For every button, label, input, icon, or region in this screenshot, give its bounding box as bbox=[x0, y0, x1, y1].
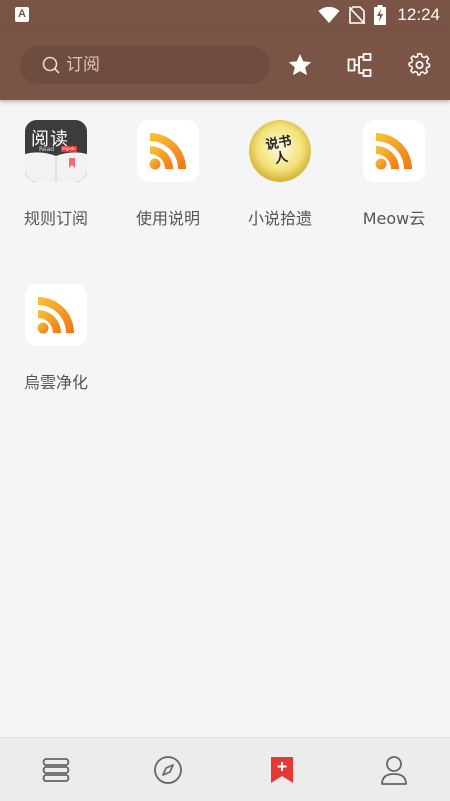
nav-profile[interactable] bbox=[338, 738, 450, 801]
rss-icon bbox=[363, 120, 425, 182]
source-item[interactable]: 阅读 Read legado 规则订阅 bbox=[0, 100, 112, 264]
nav-discover[interactable] bbox=[112, 738, 224, 801]
bottom-nav bbox=[0, 737, 450, 801]
search-input[interactable] bbox=[66, 55, 246, 75]
source-item[interactable]: Meow云 bbox=[338, 100, 450, 264]
source-item[interactable]: 使用说明 bbox=[112, 100, 224, 264]
reader-app-subtitle: Read bbox=[39, 146, 55, 153]
source-label: 小说拾遗 bbox=[247, 209, 312, 228]
rss-icon bbox=[25, 284, 87, 346]
group-button[interactable] bbox=[347, 52, 373, 78]
toolbar bbox=[0, 30, 450, 100]
calligraphy-icon: 说书人 bbox=[249, 120, 311, 182]
nav-subscriptions[interactable] bbox=[226, 738, 338, 801]
gear-icon bbox=[408, 53, 431, 76]
bookshelf-icon bbox=[42, 758, 70, 782]
compass-icon bbox=[154, 756, 182, 784]
reader-app-tag: legado bbox=[61, 146, 77, 152]
source-label: Meow云 bbox=[362, 209, 426, 228]
app-notification-icon: A bbox=[15, 7, 29, 22]
reader-app-icon: 阅读 Read legado bbox=[25, 120, 87, 182]
no-sim-icon bbox=[349, 6, 366, 24]
rss-icon bbox=[137, 120, 199, 182]
group-icon bbox=[347, 53, 372, 77]
person-icon bbox=[381, 756, 407, 785]
search-box[interactable] bbox=[20, 46, 270, 84]
search-icon bbox=[42, 56, 60, 74]
calligraphy-text: 说书人 bbox=[264, 133, 293, 167]
source-label: 规则订阅 bbox=[23, 209, 88, 228]
status-time: 12:24 bbox=[397, 5, 440, 24]
star-icon bbox=[288, 53, 312, 76]
status-indicators: 12:24 bbox=[318, 5, 440, 25]
source-label: 烏雲净化 bbox=[23, 373, 88, 392]
nav-bookshelf[interactable] bbox=[0, 738, 112, 801]
battery-charging-icon bbox=[374, 5, 387, 25]
settings-button[interactable] bbox=[407, 52, 433, 78]
wifi-icon bbox=[318, 6, 340, 23]
source-label: 使用说明 bbox=[135, 209, 200, 228]
bookmark-add-icon bbox=[271, 757, 293, 783]
source-item[interactable]: 烏雲净化 bbox=[0, 264, 112, 428]
source-item[interactable]: 说书人 小说拾遗 bbox=[224, 100, 336, 264]
status-bar: A 12:24 bbox=[0, 0, 450, 30]
favorites-button[interactable] bbox=[287, 52, 313, 78]
